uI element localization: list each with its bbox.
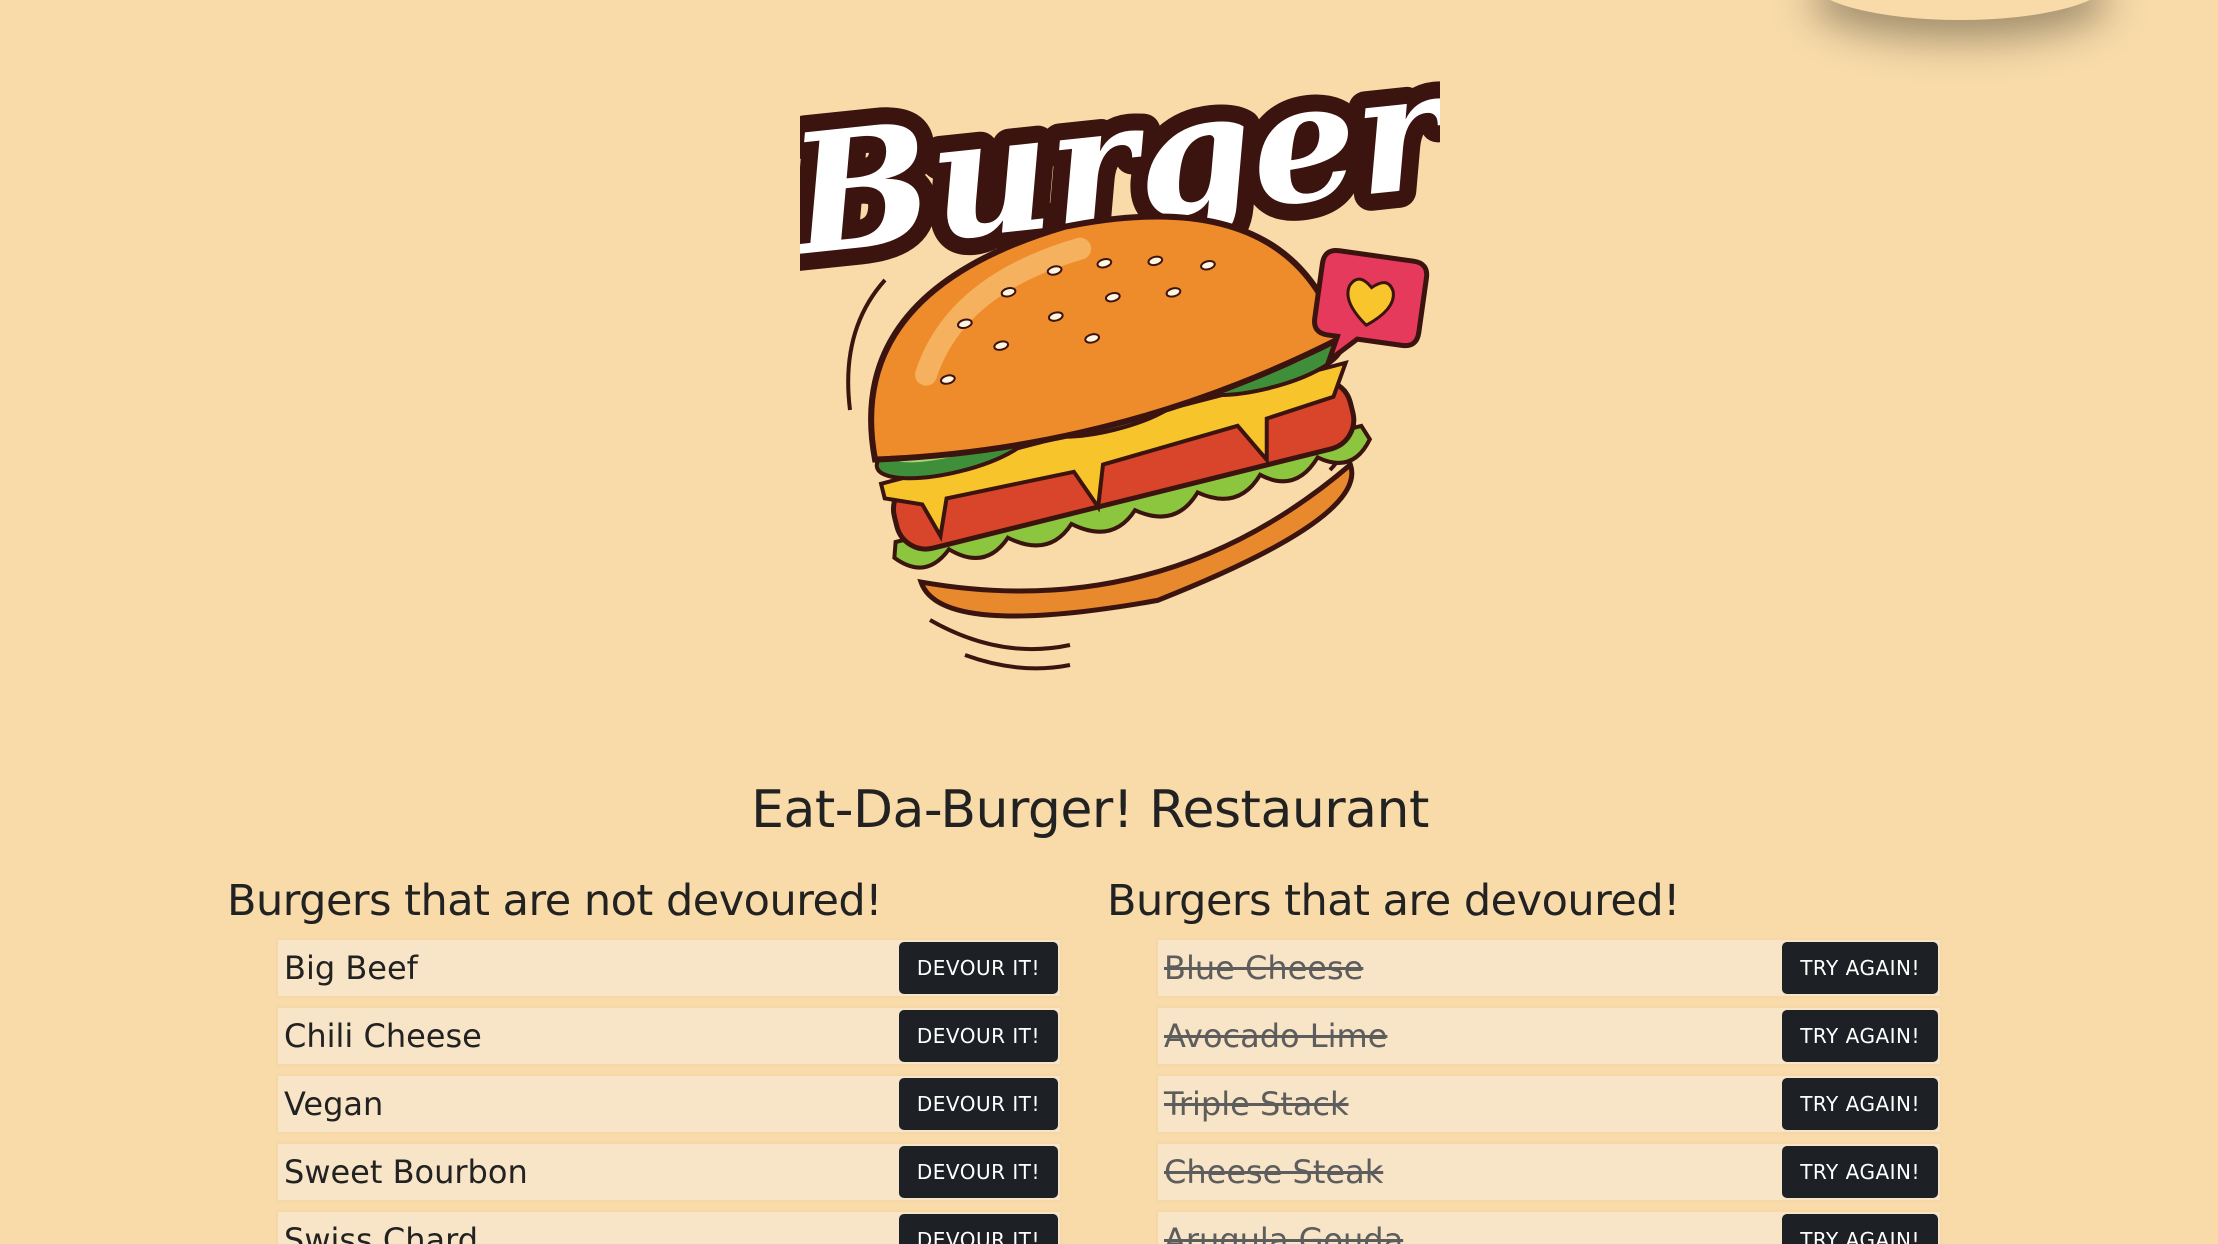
devoured-list: Blue Cheese TRY AGAIN! Avocado Lime TRY … — [1107, 938, 1967, 1244]
burger-logo: Burger Burger — [800, 30, 1440, 671]
burger-name: Cheese Steak — [1164, 1153, 1384, 1191]
try-again-button[interactable]: TRY AGAIN! — [1782, 942, 1938, 994]
try-again-button[interactable]: TRY AGAIN! — [1782, 1214, 1938, 1244]
page-title: Eat-Da-Burger! Restaurant — [751, 780, 1429, 840]
list-item: Sweet Bourbon DEVOUR IT! — [276, 1142, 1062, 1202]
try-again-button[interactable]: TRY AGAIN! — [1782, 1078, 1938, 1130]
list-item: Avocado Lime TRY AGAIN! — [1156, 1006, 1942, 1066]
devour-button[interactable]: DEVOUR IT! — [898, 1146, 1058, 1198]
burger-name: Big Beef — [284, 949, 418, 987]
burger-name: Vegan — [284, 1085, 384, 1123]
list-item: Cheese Steak TRY AGAIN! — [1156, 1142, 1942, 1202]
not-devoured-list: Big Beef DEVOUR IT! Chili Cheese DEVOUR … — [227, 938, 1087, 1244]
burger-name: Avocado Lime — [1164, 1017, 1388, 1055]
list-item: Chili Cheese DEVOUR IT! — [276, 1006, 1062, 1066]
not-devoured-heading: Burgers that are not devoured! — [227, 876, 882, 926]
burger-name: Triple Stack — [1164, 1085, 1349, 1123]
devour-button[interactable]: DEVOUR IT! — [898, 1214, 1058, 1244]
list-item: Big Beef DEVOUR IT! — [276, 938, 1062, 998]
burger-name: Sweet Bourbon — [284, 1153, 528, 1191]
decorative-shadow — [1810, 0, 2110, 20]
page: Burger Burger Eat-Da-Burger! Restaurant … — [0, 0, 2218, 1244]
list-item: Triple Stack TRY AGAIN! — [1156, 1074, 1942, 1134]
list-item: Arugula Gouda TRY AGAIN! — [1156, 1210, 1942, 1244]
list-item: Swiss Chard DEVOUR IT! — [276, 1210, 1062, 1244]
list-item: Vegan DEVOUR IT! — [276, 1074, 1062, 1134]
devoured-heading: Burgers that are devoured! — [1107, 876, 1680, 926]
burger-name: Arugula Gouda — [1164, 1221, 1404, 1244]
try-again-button[interactable]: TRY AGAIN! — [1782, 1146, 1938, 1198]
devour-button[interactable]: DEVOUR IT! — [898, 942, 1058, 994]
list-item: Blue Cheese TRY AGAIN! — [1156, 938, 1942, 998]
devoured-column: Burgers that are devoured! Blue Cheese T… — [1107, 876, 1967, 1244]
burger-name: Blue Cheese — [1164, 949, 1364, 987]
not-devoured-column: Burgers that are not devoured! Big Beef … — [227, 876, 1087, 1244]
try-again-button[interactable]: TRY AGAIN! — [1782, 1010, 1938, 1062]
devour-button[interactable]: DEVOUR IT! — [898, 1010, 1058, 1062]
burger-name: Swiss Chard — [284, 1221, 479, 1244]
devour-button[interactable]: DEVOUR IT! — [898, 1078, 1058, 1130]
burger-name: Chili Cheese — [284, 1017, 482, 1055]
